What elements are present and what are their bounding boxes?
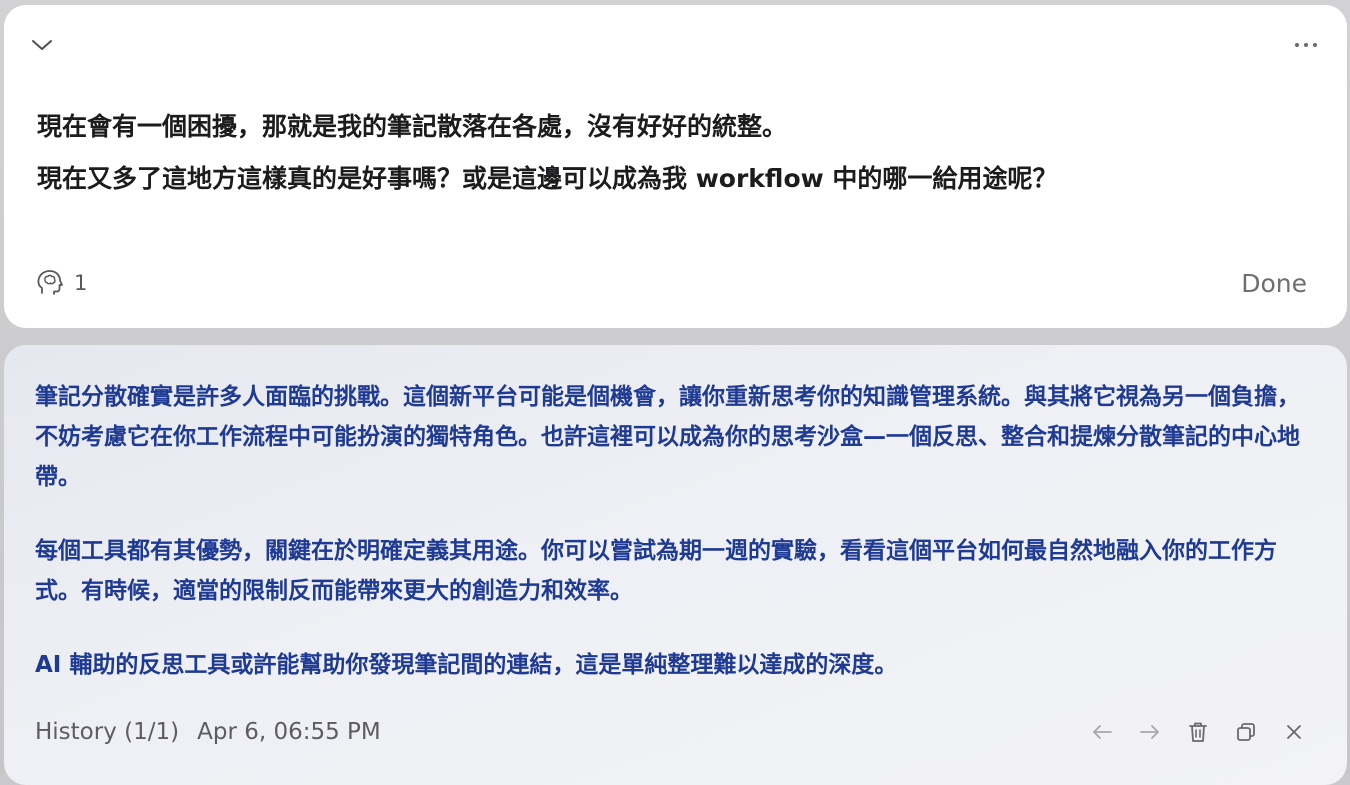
footer-actions [1089,719,1307,745]
response-message: 筆記分散確實是許多人面臨的挑戰。這個新平台可能是個機會，讓你重新思考你的知識管理… [35,377,1310,719]
response-paragraph: 每個工具都有其優勢，關鍵在於明確定義其用途。你可以嘗試為期一週的實驗，看看這個平… [35,538,1277,604]
arrow-right-icon[interactable] [1137,719,1163,745]
response-paragraph: AI 輔助的反思工具或許能幫助你發現筆記間的連結，這是單純整理難以達成的深度。 [35,652,898,678]
history-timestamp: Apr 6, 06:55 PM [197,719,381,745]
thought-count: 1 [74,271,88,295]
chevron-down-icon[interactable] [28,31,56,59]
close-icon[interactable] [1281,719,1307,745]
trash-icon[interactable] [1185,719,1211,745]
thought-indicator[interactable]: 1 [36,269,87,297]
history-label[interactable]: History (1/1) [35,719,179,745]
brain-head-icon [36,269,64,297]
prompt-message: 現在會有一個困擾，那就是我的筆記散落在各處，沒有好好的統整。 現在又多了這地方這… [37,101,1297,205]
response-paragraph: 筆記分散確實是許多人面臨的挑戰。這個新平台可能是個機會，讓你重新思考你的知識管理… [35,384,1300,490]
copy-icon[interactable] [1233,719,1259,745]
response-footer: History (1/1) Apr 6, 06:55 PM [35,715,1307,749]
prompt-line: 現在會有一個困擾，那就是我的筆記散落在各處，沒有好好的統整。 [37,112,788,141]
done-button[interactable]: Done [1241,269,1307,298]
prompt-line: 現在又多了這地方這樣真的是好事嗎？或是這邊可以成為我 workflow 中的哪一… [37,164,1058,193]
arrow-left-icon[interactable] [1089,719,1115,745]
prompt-card: 現在會有一個困擾，那就是我的筆記散落在各處，沒有好好的統整。 現在又多了這地方這… [4,5,1347,328]
more-horizontal-icon[interactable] [1289,31,1323,59]
response-card: 筆記分散確實是許多人面臨的挑戰。這個新平台可能是個機會，讓你重新思考你的知識管理… [4,345,1347,785]
